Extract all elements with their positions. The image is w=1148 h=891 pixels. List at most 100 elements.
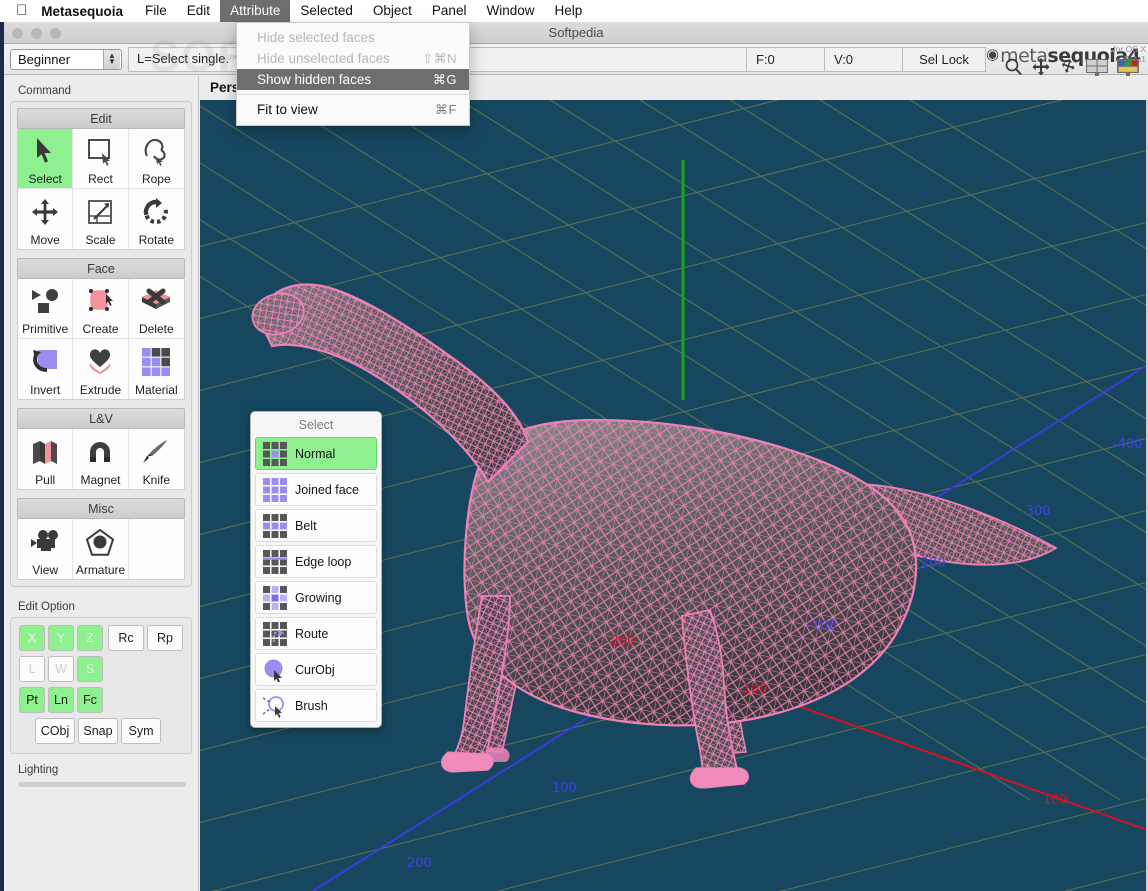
select-mode-label: Brush: [295, 698, 328, 713]
window-title: Softpedia: [548, 25, 604, 40]
tool-extrude[interactable]: Extrude: [73, 339, 129, 399]
select-mode-growing[interactable]: Growing: [255, 581, 377, 614]
menu-item-fit-to-view[interactable]: Fit to view ⌘F: [237, 99, 469, 120]
option-s[interactable]: S: [77, 656, 103, 682]
viewport-3d[interactable]: Perspective: [200, 76, 1148, 891]
tool-scale[interactable]: Scale: [73, 189, 129, 249]
tool-primitive[interactable]: Primitive: [18, 279, 74, 339]
tool-magnet[interactable]: Magnet: [73, 429, 129, 489]
tool-label: Magnet: [80, 473, 121, 487]
tool-grid-face: Primitive Create Delete Invert Extrude M…: [17, 279, 185, 400]
material-grid-icon: [129, 339, 184, 384]
mode-select[interactable]: Beginner ▲ ▼: [10, 48, 122, 70]
axis-label-x-100: 100: [1043, 793, 1068, 808]
zoom-button[interactable]: [50, 28, 61, 39]
macos-menu-bar:  Metasequoia File Edit Attribute Select…: [0, 0, 1148, 22]
tool-label: Material: [134, 383, 178, 397]
tool-material[interactable]: Material: [128, 339, 184, 399]
face-count: F:0: [746, 46, 824, 72]
pan-icon[interactable]: [1031, 57, 1051, 77]
tool-view[interactable]: View: [18, 519, 74, 579]
tool-select[interactable]: Select: [18, 129, 74, 189]
option-x[interactable]: X: [19, 625, 45, 651]
option-rp[interactable]: Rp: [147, 625, 183, 651]
command-label: Command: [18, 85, 72, 97]
magnifier-icon[interactable]: [1004, 57, 1024, 77]
option-sym[interactable]: Sym: [121, 718, 161, 744]
option-l[interactable]: L: [19, 656, 45, 682]
tool-knife[interactable]: Knife: [128, 429, 184, 489]
select-mode-belt[interactable]: Belt: [255, 509, 377, 542]
multiview-icon[interactable]: [1085, 57, 1109, 77]
menu-window[interactable]: Window: [476, 0, 544, 22]
menu-object[interactable]: Object: [363, 0, 422, 22]
axis-label-z--100: -100: [807, 619, 837, 634]
option-fc[interactable]: Fc: [77, 687, 103, 713]
menu-selected[interactable]: Selected: [290, 0, 363, 22]
select-mode-label: Edge loop: [295, 554, 352, 569]
menu-edit[interactable]: Edit: [177, 0, 220, 22]
command-sidebar: Command Edit Select Rect Rope Move Scale…: [4, 76, 199, 891]
apple-logo-icon[interactable]: : [0, 3, 41, 18]
option-ln[interactable]: Ln: [48, 687, 74, 713]
rectangle-select-icon: [73, 129, 127, 173]
menu-item-shortcut: ⇧⌘N: [422, 50, 457, 66]
select-mode-label: Normal: [295, 446, 336, 461]
option-snap[interactable]: Snap: [78, 718, 118, 744]
armature-icon: [73, 519, 127, 564]
tool-invert[interactable]: Invert: [18, 339, 74, 399]
menu-item-shortcut: ⌘F: [435, 101, 457, 117]
select-mode-curobj[interactable]: CurObj: [255, 653, 377, 686]
option-w[interactable]: W: [48, 656, 74, 682]
select-mode-label: Growing: [295, 590, 342, 605]
select-mode-normal[interactable]: Normal: [255, 437, 377, 470]
tool-rope[interactable]: Rope: [128, 129, 184, 189]
rotate-icon[interactable]: [1058, 57, 1078, 77]
select-mode-route[interactable]: Route: [255, 617, 377, 650]
select-mode-brush[interactable]: Brush: [255, 689, 377, 722]
delete-face-icon: [129, 279, 184, 323]
edit-option-row-axes: X Y Z Rc Rp: [19, 625, 183, 651]
command-panel: Edit Select Rect Rope Move Scale Rotate …: [10, 101, 192, 587]
tool-delete[interactable]: Delete: [128, 279, 184, 339]
tool-move[interactable]: Move: [18, 189, 74, 249]
menu-help[interactable]: Help: [544, 0, 592, 22]
tool-label: Scale: [85, 233, 116, 247]
select-mode-joined-face[interactable]: Joined face: [255, 473, 377, 506]
select-mode-edge-loop[interactable]: Edge loop: [255, 545, 377, 578]
menu-item-hide-unselected-faces[interactable]: Hide unselected faces ⇧⌘N: [237, 48, 469, 69]
sel-lock-button[interactable]: Sel Lock: [902, 46, 986, 72]
menu-attribute[interactable]: Attribute: [220, 0, 291, 22]
menu-panel[interactable]: Panel: [422, 0, 477, 22]
close-button[interactable]: [12, 28, 23, 39]
menu-item-show-hidden-faces[interactable]: Show hidden faces ⌘G: [237, 69, 469, 90]
option-y[interactable]: Y: [48, 625, 74, 651]
option-pt[interactable]: Pt: [19, 687, 45, 713]
tool-create[interactable]: Create: [73, 279, 129, 339]
edit-option-row-lws: L W S: [19, 656, 183, 682]
tool-rect[interactable]: Rect: [73, 129, 129, 189]
minimize-button[interactable]: [31, 28, 42, 39]
section-header-edit: Edit: [17, 108, 185, 129]
section-header-misc: Misc: [17, 498, 185, 519]
tool-label: Armature: [75, 563, 126, 577]
view-tool-icons: [1004, 53, 1144, 81]
scale-icon: [73, 189, 127, 234]
tool-rotate[interactable]: Rotate: [128, 189, 184, 249]
option-z[interactable]: Z: [77, 625, 103, 651]
growing-select-icon: [261, 585, 289, 610]
tool-pull[interactable]: Pull: [18, 429, 74, 489]
option-cobj[interactable]: CObj: [35, 718, 75, 744]
knife-icon: [129, 429, 184, 474]
menu-item-hide-selected-faces[interactable]: Hide selected faces: [237, 27, 469, 48]
menu-file[interactable]: File: [135, 0, 177, 22]
create-face-icon: [73, 279, 127, 323]
shading-icon[interactable]: [1116, 57, 1140, 77]
menu-item-label: Hide unselected faces: [257, 51, 390, 66]
tool-armature[interactable]: Armature: [73, 519, 129, 579]
axis-label-x--200: -200: [606, 634, 636, 649]
option-rc[interactable]: Rc: [108, 625, 144, 651]
stepper-arrows-icon[interactable]: ▲ ▼: [103, 49, 120, 69]
tool-label: Knife: [142, 473, 170, 487]
primitive-shapes-icon: [18, 279, 72, 323]
